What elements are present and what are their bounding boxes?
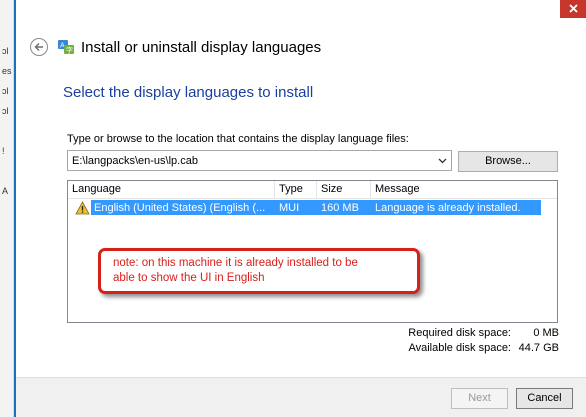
row-type: MUI [279, 201, 300, 214]
back-button[interactable] [30, 38, 48, 56]
background-window-strip: ɔl es ɔl ɔl ! A [0, 0, 14, 417]
annotation-note: note: on this machine it is already inst… [98, 248, 420, 294]
list-header: Language Type Size Message [68, 181, 557, 199]
annotation-line: note: on this machine it is already inst… [113, 257, 358, 269]
path-combobox[interactable]: E:\langpacks\en-us\lp.cab [67, 150, 452, 171]
background-text: A [2, 186, 9, 196]
background-text: es [2, 66, 12, 76]
background-text: ɔl [2, 86, 9, 96]
svg-text:字: 字 [66, 46, 73, 55]
warning-icon [73, 199, 91, 216]
cancel-button[interactable]: Cancel [516, 388, 573, 409]
path-value[interactable]: E:\langpacks\en-us\lp.cab [68, 155, 433, 167]
required-space-value: 0 MB [533, 327, 559, 339]
column-header-message[interactable]: Message [371, 181, 557, 199]
close-button[interactable] [560, 0, 586, 18]
background-text: ɔl [2, 106, 9, 116]
dropdown-arrow[interactable] [433, 151, 451, 170]
required-space-label: Required disk space: [408, 327, 511, 339]
dialog-footer: Next Cancel [16, 377, 586, 417]
next-button[interactable]: Next [451, 388, 508, 409]
browse-button[interactable]: Browse... [458, 151, 558, 172]
column-header-size[interactable]: Size [317, 181, 371, 199]
row-language: English (United States) (English (... [94, 201, 266, 214]
install-languages-dialog: A 字 Install or uninstall display languag… [14, 0, 586, 417]
background-text: ! [2, 146, 5, 156]
available-space-label: Available disk space: [408, 342, 511, 354]
background-text: ɔl [2, 46, 9, 56]
disk-space-info: Required disk space: 0 MB Available disk… [408, 326, 559, 356]
chevron-down-icon [438, 158, 446, 163]
language-icon: A 字 [58, 40, 74, 55]
row-message: Language is already installed. [375, 201, 521, 214]
selected-row-cells: English (United States) (English (... MU… [91, 200, 541, 215]
title-bar: A 字 Install or uninstall display languag… [30, 36, 321, 58]
close-icon [568, 4, 578, 13]
back-arrow-icon [34, 43, 43, 51]
row-size: 160 MB [321, 201, 359, 214]
window-title: Install or uninstall display languages [81, 38, 322, 56]
annotation-line: able to show the UI in English [113, 272, 265, 284]
path-label: Type or browse to the location that cont… [67, 133, 409, 145]
column-header-language[interactable]: Language [68, 181, 275, 199]
list-item[interactable]: English (United States) (English (... MU… [73, 199, 541, 216]
page-heading: Select the display languages to install [63, 84, 314, 101]
column-header-type[interactable]: Type [275, 181, 317, 199]
available-space-value: 44.7 GB [518, 342, 559, 354]
